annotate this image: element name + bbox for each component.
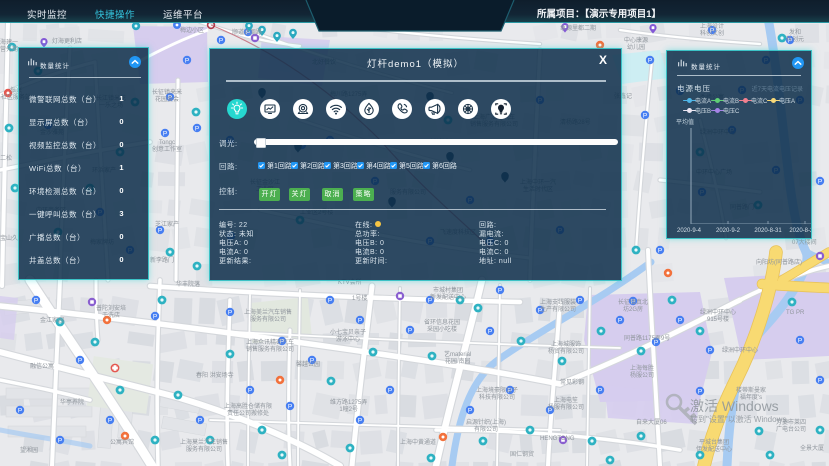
svg-text:P: P <box>498 287 502 294</box>
svg-text:P: P <box>708 347 712 354</box>
svg-text:P: P <box>648 57 652 64</box>
svg-text:P: P <box>388 387 392 394</box>
svg-text:P: P <box>108 417 112 424</box>
svg-text:P: P <box>678 317 682 324</box>
svg-text:P: P <box>618 317 622 324</box>
svg-text:P: P <box>185 57 189 64</box>
svg-text:P: P <box>198 417 202 424</box>
svg-text:P: P <box>488 328 492 335</box>
svg-text:P: P <box>34 297 38 304</box>
svg-text:P: P <box>328 297 332 304</box>
svg-text:P: P <box>195 125 199 132</box>
svg-text:P: P <box>153 313 157 320</box>
svg-text:P: P <box>658 247 662 254</box>
svg-text:P: P <box>798 337 802 344</box>
svg-text:P: P <box>228 309 232 316</box>
svg-text:P: P <box>288 403 292 410</box>
svg-text:P: P <box>358 317 362 324</box>
svg-text:P: P <box>698 388 702 395</box>
svg-text:P: P <box>163 130 167 137</box>
svg-text:P: P <box>58 437 62 444</box>
svg-text:P: P <box>818 178 822 185</box>
svg-text:P: P <box>18 407 22 414</box>
svg-text:P: P <box>578 297 582 304</box>
svg-text:P: P <box>468 407 472 414</box>
svg-text:P: P <box>248 387 252 394</box>
svg-text:P: P <box>598 387 602 394</box>
svg-text:P: P <box>78 357 82 364</box>
svg-text:P: P <box>408 327 412 334</box>
svg-text:P: P <box>219 37 223 44</box>
svg-text:P: P <box>358 417 362 424</box>
svg-text:P: P <box>643 112 647 119</box>
svg-text:P: P <box>818 377 822 384</box>
